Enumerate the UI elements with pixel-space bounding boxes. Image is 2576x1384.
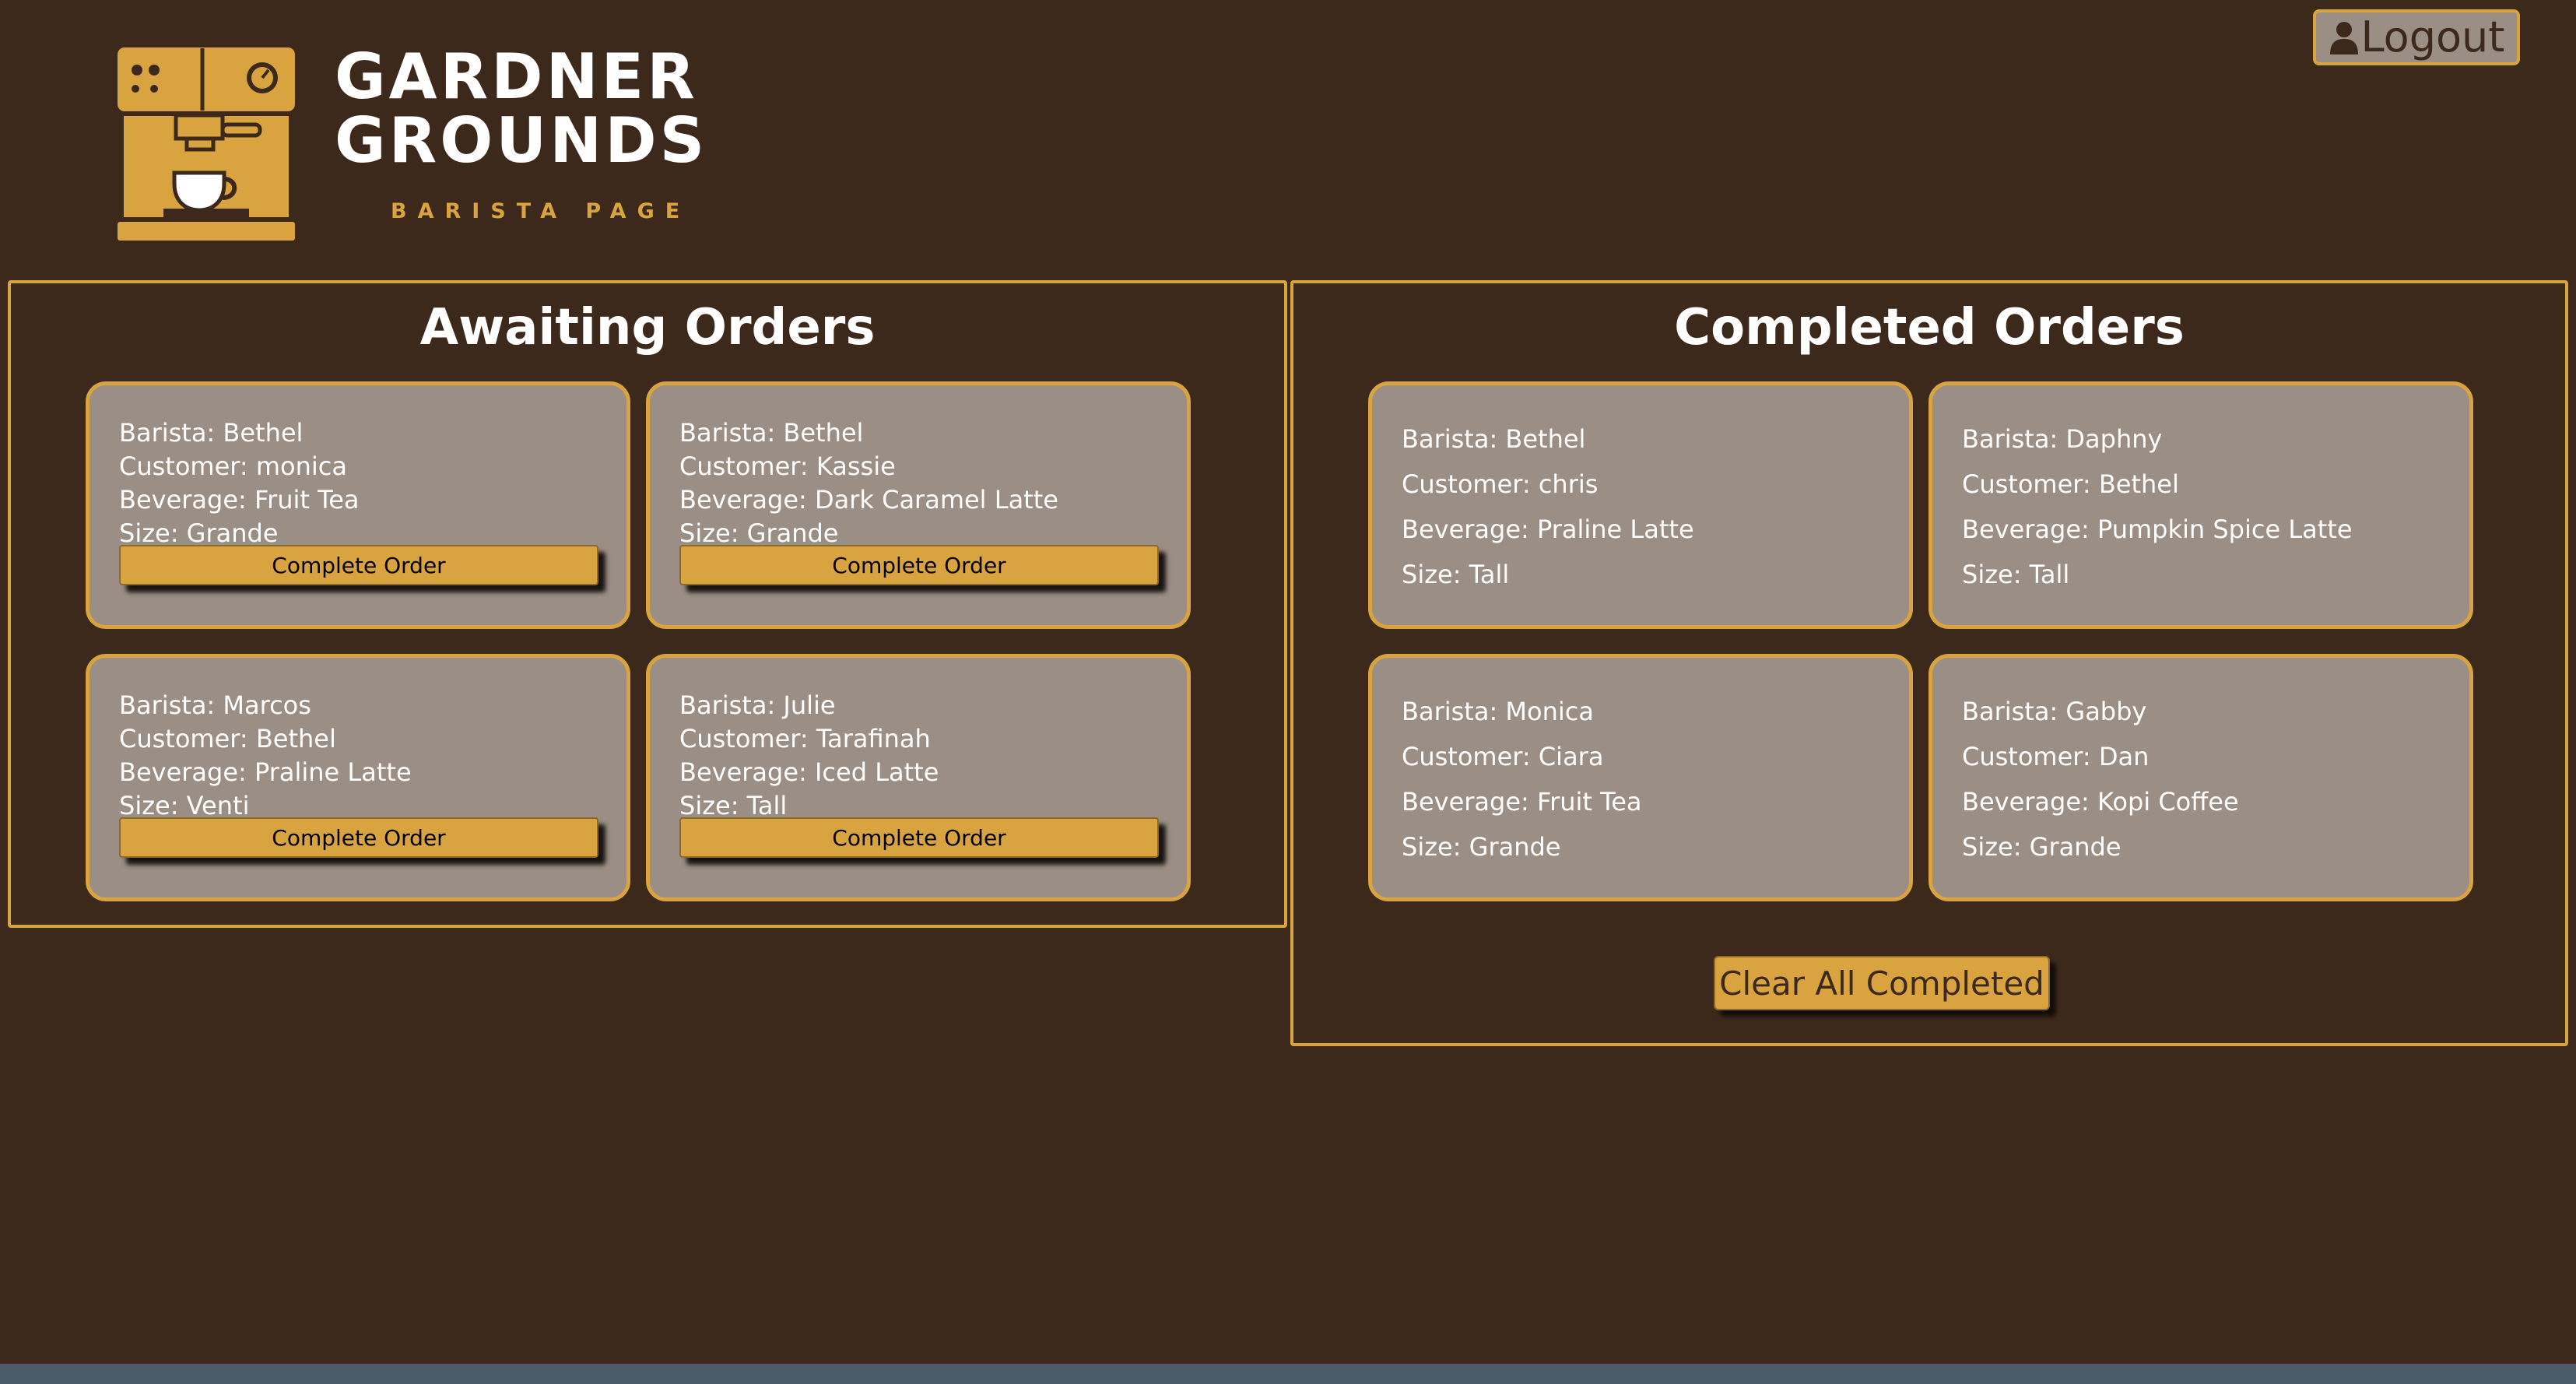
awaiting-order-card: Barista: Bethel Customer: Kassie Beverag… bbox=[646, 381, 1191, 629]
order-barista: Barista: Julie bbox=[679, 690, 836, 720]
order-size: Size: Grande bbox=[1402, 832, 1561, 862]
order-beverage: Beverage: Praline Latte bbox=[1402, 515, 1694, 544]
order-size: Size: Grande bbox=[1962, 832, 2122, 862]
complete-order-button[interactable]: Complete Order bbox=[679, 817, 1159, 858]
order-beverage: Beverage: Kopi Coffee bbox=[1962, 787, 2239, 817]
logout-label: Logout bbox=[2360, 12, 2505, 61]
complete-order-button[interactable]: Complete Order bbox=[119, 545, 598, 585]
order-beverage: Beverage: Dark Caramel Latte bbox=[679, 485, 1058, 515]
order-size: Size: Tall bbox=[1962, 560, 2070, 589]
order-barista: Barista: Bethel bbox=[679, 418, 864, 448]
user-icon bbox=[2329, 22, 2358, 54]
brand-line-2: GROUNDS bbox=[335, 104, 708, 177]
order-customer: Customer: Bethel bbox=[1962, 469, 2179, 499]
complete-order-button[interactable]: Complete Order bbox=[119, 817, 598, 858]
awaiting-orders-panel: Awaiting Orders Barista: Bethel Customer… bbox=[8, 280, 1287, 928]
order-barista: Barista: Bethel bbox=[119, 418, 304, 448]
logout-button[interactable]: Logout bbox=[2313, 9, 2520, 65]
order-beverage: Beverage: Praline Latte bbox=[119, 757, 412, 787]
order-customer: Customer: Dan bbox=[1962, 742, 2150, 771]
order-barista: Barista: Gabby bbox=[1962, 697, 2147, 726]
bottom-taskbar bbox=[0, 1364, 2576, 1384]
order-beverage: Beverage: Pumpkin Spice Latte bbox=[1962, 515, 2353, 544]
completed-order-card: Barista: Monica Customer: Ciara Beverage… bbox=[1368, 654, 1913, 901]
awaiting-order-card: Barista: Bethel Customer: monica Beverag… bbox=[86, 381, 630, 629]
brand-name: GARDNER GROUNDS bbox=[335, 45, 802, 173]
completed-order-card: Barista: Daphny Customer: Bethel Beverag… bbox=[1928, 381, 2473, 629]
complete-order-button[interactable]: Complete Order bbox=[679, 545, 1159, 585]
brand-line-1: GARDNER bbox=[335, 40, 698, 113]
order-barista: Barista: Marcos bbox=[119, 690, 311, 720]
awaiting-order-card: Barista: Marcos Customer: Bethel Beverag… bbox=[86, 654, 630, 901]
espresso-machine-icon bbox=[111, 40, 302, 248]
order-barista: Barista: Bethel bbox=[1402, 424, 1586, 454]
order-customer: Customer: chris bbox=[1402, 469, 1599, 499]
order-barista: Barista: Daphny bbox=[1962, 424, 2163, 454]
order-customer: Customer: Bethel bbox=[119, 724, 336, 753]
order-beverage: Beverage: Fruit Tea bbox=[119, 485, 360, 515]
order-customer: Customer: Tarafinah bbox=[679, 724, 931, 753]
order-size: Size: Tall bbox=[1402, 560, 1510, 589]
order-customer: Customer: monica bbox=[119, 451, 347, 481]
order-beverage: Beverage: Iced Latte bbox=[679, 757, 939, 787]
completed-order-card: Barista: Bethel Customer: chris Beverage… bbox=[1368, 381, 1913, 629]
order-customer: Customer: Ciara bbox=[1402, 742, 1604, 771]
completed-orders-title: Completed Orders bbox=[1674, 299, 2185, 357]
awaiting-order-card: Barista: Julie Customer: Tarafinah Bever… bbox=[646, 654, 1191, 901]
completed-orders-panel: Completed Orders Barista: Bethel Custome… bbox=[1290, 280, 2568, 1046]
completed-order-card: Barista: Gabby Customer: Dan Beverage: K… bbox=[1928, 654, 2473, 901]
order-customer: Customer: Kassie bbox=[679, 451, 896, 481]
clear-all-completed-button[interactable]: Clear All Completed bbox=[1714, 956, 2050, 1010]
brand-subtitle: BARISTA PAGE bbox=[391, 199, 691, 223]
awaiting-orders-title: Awaiting Orders bbox=[419, 299, 876, 357]
order-beverage: Beverage: Fruit Tea bbox=[1402, 787, 1642, 817]
order-barista: Barista: Monica bbox=[1402, 697, 1594, 726]
